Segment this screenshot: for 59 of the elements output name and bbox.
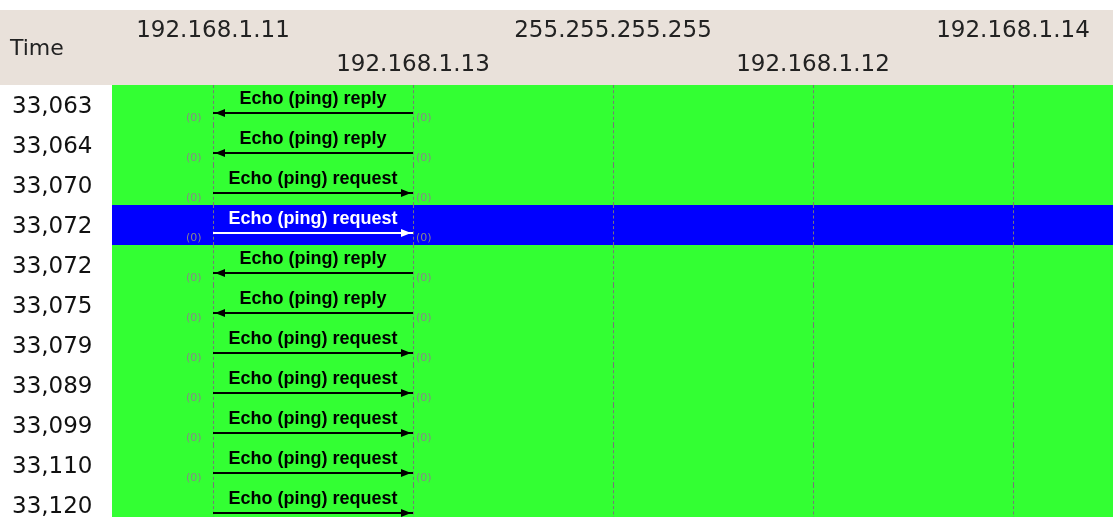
- message-label: Echo (ping) reply: [238, 247, 388, 270]
- time-cell-text: 33,072: [12, 210, 93, 240]
- port-label: (0): [186, 310, 202, 326]
- port-label: (0): [416, 390, 432, 406]
- flow-row[interactable]: Echo (ping) request: [112, 485, 1113, 517]
- port-label: (0): [416, 430, 432, 446]
- flow-row[interactable]: Echo (ping) reply (0) (0): [112, 125, 1113, 165]
- port-label: (0): [186, 430, 202, 446]
- message-label: Echo (ping) reply: [238, 87, 388, 110]
- time-cell-text: 33,110: [12, 450, 93, 480]
- port-label: (0): [186, 270, 202, 286]
- time-cell-text: 33,075: [12, 290, 93, 320]
- port-label: (0): [416, 110, 432, 126]
- port-label: (0): [416, 270, 432, 286]
- flow-row[interactable]: Echo (ping) reply (0) (0): [112, 245, 1113, 285]
- message-label: Echo (ping) request: [227, 367, 399, 390]
- host-address: 192.168.1.13: [336, 49, 490, 78]
- port-label: (0): [186, 470, 202, 486]
- port-label: (0): [416, 470, 432, 486]
- message-label: Echo (ping) request: [227, 447, 399, 470]
- flow-row[interactable]: Echo (ping) reply (0) (0): [112, 285, 1113, 325]
- port-label: (0): [186, 190, 202, 206]
- flow-row[interactable]: Echo (ping) request (0) (0): [112, 405, 1113, 445]
- port-label: (0): [186, 350, 202, 366]
- port-label: (0): [186, 390, 202, 406]
- port-label: (0): [186, 230, 202, 246]
- time-cell-text: 33,099: [12, 410, 93, 440]
- message-label: Echo (ping) reply: [238, 127, 388, 150]
- time-cell-text: 33,079: [12, 330, 93, 360]
- flow-row[interactable]: Echo (ping) request (0) (0): [112, 205, 1113, 245]
- port-label: (0): [416, 310, 432, 326]
- flow-row[interactable]: Echo (ping) request (0) (0): [112, 325, 1113, 365]
- time-cell-text: 33,120: [12, 490, 93, 517]
- host-address: 255.255.255.255: [514, 15, 712, 44]
- message-label: Echo (ping) request: [227, 167, 399, 190]
- port-label: (0): [416, 350, 432, 366]
- message-label: Echo (ping) request: [227, 207, 399, 230]
- time-cell-text: 33,070: [12, 170, 93, 200]
- flow-row[interactable]: Echo (ping) request (0) (0): [112, 165, 1113, 205]
- time-cell-text: 33,072: [12, 250, 93, 280]
- port-label: (0): [416, 190, 432, 206]
- message-label: Echo (ping) reply: [238, 287, 388, 310]
- time-column-header: Time: [10, 34, 64, 62]
- time-cell-text: 33,089: [12, 370, 93, 400]
- time-cell-text: 33,064: [12, 130, 93, 160]
- host-address: 192.168.1.14: [936, 15, 1090, 44]
- message-label: Echo (ping) request: [227, 407, 399, 430]
- message-label: Echo (ping) request: [227, 327, 399, 350]
- message-label: Echo (ping) request: [227, 487, 399, 510]
- flow-row[interactable]: Echo (ping) reply (0) (0): [112, 85, 1113, 125]
- flow-row[interactable]: Echo (ping) request (0) (0): [112, 365, 1113, 405]
- port-label: (0): [186, 150, 202, 166]
- time-cell-text: 33,063: [12, 90, 93, 120]
- host-address: 192.168.1.12: [736, 49, 890, 78]
- host-address: 192.168.1.11: [136, 15, 290, 44]
- port-label: (0): [416, 150, 432, 166]
- port-label: (0): [186, 110, 202, 126]
- flow-row[interactable]: Echo (ping) request (0) (0): [112, 445, 1113, 485]
- port-label: (0): [416, 230, 432, 246]
